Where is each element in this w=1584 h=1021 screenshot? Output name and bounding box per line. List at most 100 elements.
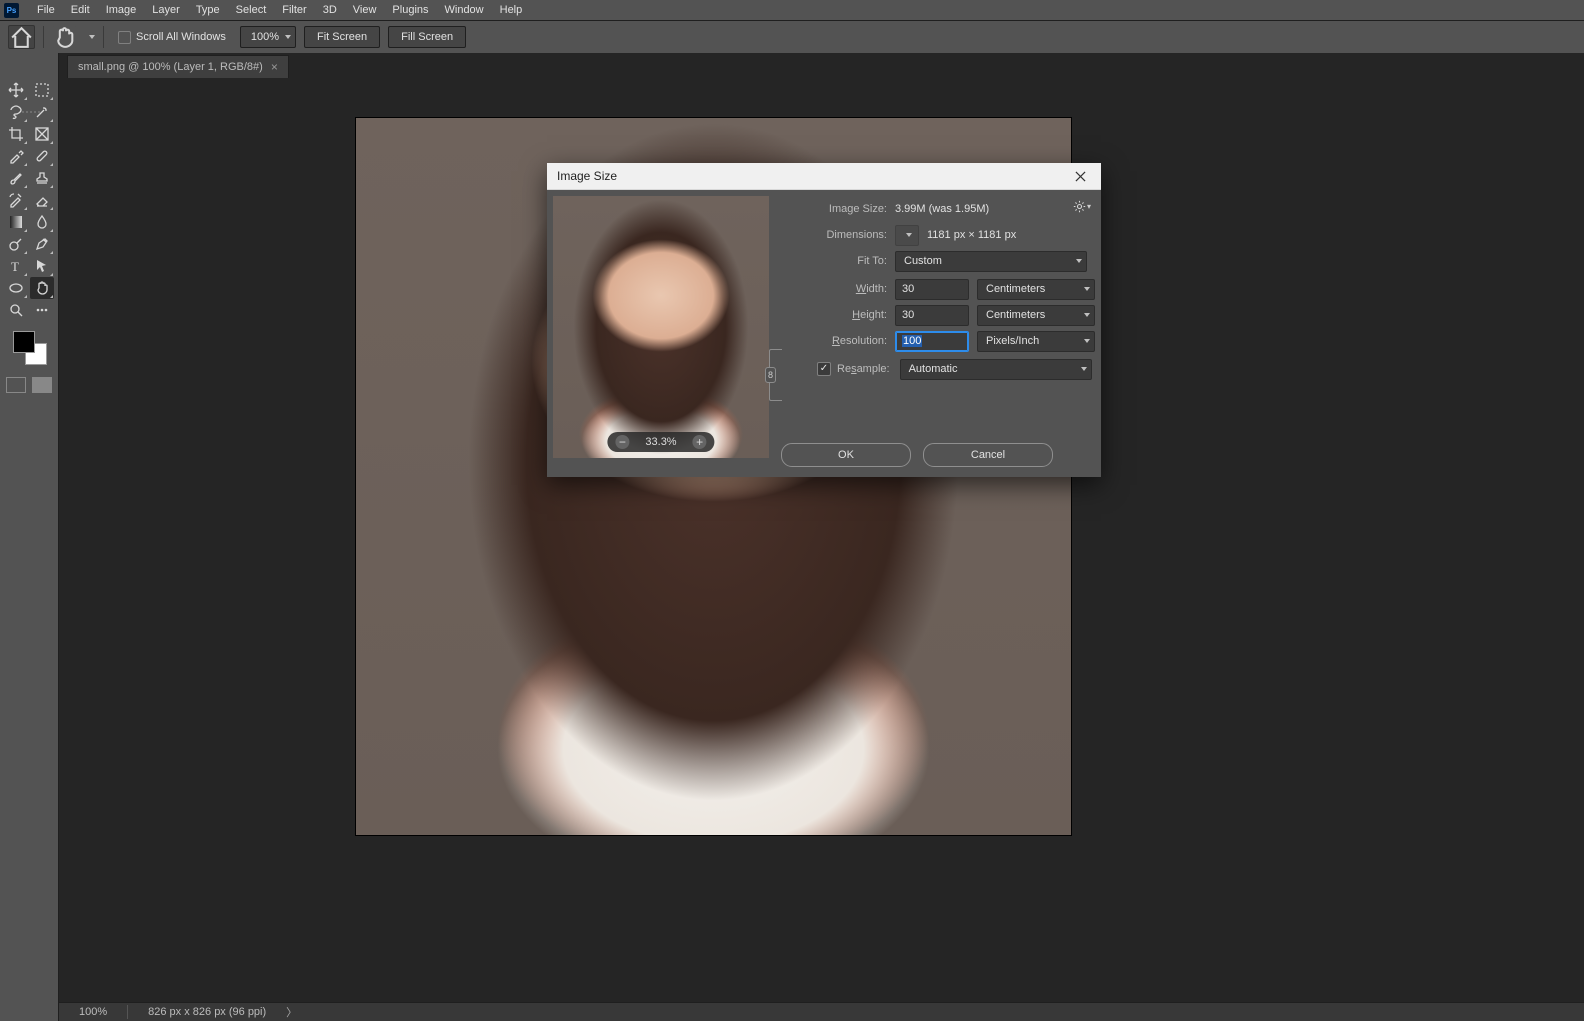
quick-select-tool[interactable] (30, 101, 54, 123)
dimensions-label: Dimensions: (781, 229, 895, 241)
status-chevron[interactable]: 〉 (286, 1004, 297, 1020)
menu-bar: Ps File Edit Image Layer Type Select Fil… (0, 0, 1584, 21)
preview-zoom-in[interactable]: + (693, 435, 707, 449)
menu-view[interactable]: View (345, 0, 385, 20)
cancel-button[interactable]: Cancel (923, 443, 1053, 467)
hand-tool-indicator[interactable] (52, 26, 77, 48)
close-icon (1075, 171, 1086, 182)
move-tool[interactable] (4, 79, 28, 101)
bandaid-icon (34, 148, 50, 164)
chevron-down-icon (1084, 287, 1090, 291)
dialog-preview-image (553, 196, 769, 458)
hand-tool[interactable] (30, 277, 54, 299)
lasso-icon (8, 104, 24, 120)
move-icon (8, 82, 24, 98)
chevron-down-icon (1076, 259, 1082, 263)
menu-select[interactable]: Select (228, 0, 275, 20)
menu-filter[interactable]: Filter (274, 0, 314, 20)
history-brush-icon (8, 192, 24, 208)
width-label: Width: (781, 283, 895, 295)
wand-icon (34, 104, 50, 120)
gradient-tool[interactable] (4, 211, 28, 233)
menu-image[interactable]: Image (98, 0, 145, 20)
menu-file[interactable]: File (29, 0, 63, 20)
constrain-proportions-link[interactable]: 8 (769, 349, 782, 401)
ok-button[interactable]: OK (781, 443, 911, 467)
path-select-tool[interactable] (30, 255, 54, 277)
height-label: Height: (781, 309, 895, 321)
menu-plugins[interactable]: Plugins (384, 0, 436, 20)
resolution-input[interactable]: 100 (895, 331, 969, 352)
fit-to-select[interactable]: Custom (895, 251, 1087, 272)
history-brush-tool[interactable] (4, 189, 28, 211)
fit-screen-button[interactable]: Fit Screen (304, 26, 380, 48)
width-input[interactable]: 30 (895, 279, 969, 300)
resample-select[interactable]: Automatic (900, 359, 1092, 380)
checkbox-icon (118, 31, 131, 44)
type-tool[interactable]: T (4, 255, 28, 277)
color-swatches[interactable] (9, 327, 49, 367)
resolution-label: Resolution: (781, 335, 895, 347)
eraser-tool[interactable] (30, 189, 54, 211)
zoom-tool[interactable] (4, 299, 28, 321)
dialog-preview[interactable]: − 33.3% + (553, 196, 769, 458)
dialog-close-button[interactable] (1061, 164, 1099, 188)
pen-tool[interactable] (30, 233, 54, 255)
menu-help[interactable]: Help (492, 0, 531, 20)
blur-tool[interactable] (30, 211, 54, 233)
screen-mode-row (6, 377, 52, 393)
menu-edit[interactable]: Edit (63, 0, 98, 20)
chevron-down-icon (1084, 339, 1090, 343)
eyedropper-tool[interactable] (4, 145, 28, 167)
crop-tool[interactable] (4, 123, 28, 145)
document-tab[interactable]: small.png @ 100% (Layer 1, RGB/8#) × (67, 55, 289, 78)
gradient-icon (8, 214, 24, 230)
quickmask-toggle[interactable] (6, 377, 26, 393)
menu-3d[interactable]: 3D (315, 0, 345, 20)
ps-logo: Ps (4, 3, 19, 18)
screen-mode-toggle[interactable] (32, 377, 52, 393)
link-icon: 8 (765, 367, 776, 383)
resolution-unit-select[interactable]: Pixels/Inch (977, 331, 1095, 352)
healing-tool[interactable] (30, 145, 54, 167)
chevron-down-icon[interactable] (89, 35, 95, 39)
menu-window[interactable]: Window (437, 0, 492, 20)
resample-checkbox[interactable] (817, 362, 831, 376)
frame-tool[interactable] (30, 123, 54, 145)
type-icon: T (8, 258, 24, 274)
menu-type[interactable]: Type (188, 0, 228, 20)
menu-layer[interactable]: Layer (144, 0, 188, 20)
dialog-titlebar[interactable]: Image Size (547, 163, 1101, 190)
image-size-label: Image Size: (781, 203, 895, 215)
height-input[interactable]: 30 (895, 305, 969, 326)
height-unit-select[interactable]: Centimeters (977, 305, 1095, 326)
lasso-tool[interactable] (4, 101, 28, 123)
close-tab-icon[interactable]: × (271, 56, 278, 78)
marquee-tool[interactable] (30, 79, 54, 101)
svg-text:T: T (11, 259, 19, 274)
status-doc-info[interactable]: 826 px x 826 px (96 ppi) (148, 1006, 266, 1018)
separator (103, 26, 104, 48)
dimensions-unit-dropdown[interactable] (895, 225, 919, 246)
dialog-settings-menu[interactable]: ▾ (1073, 200, 1091, 213)
width-unit-select[interactable]: Centimeters (977, 279, 1095, 300)
preview-zoom-out[interactable]: − (615, 435, 629, 449)
hand-icon (34, 280, 50, 296)
stamp-tool[interactable] (30, 167, 54, 189)
zoom-level-dropdown[interactable]: 100% (240, 26, 296, 48)
marquee-icon (34, 82, 50, 98)
foreground-color-swatch[interactable] (13, 331, 35, 353)
fill-screen-button[interactable]: Fill Screen (388, 26, 466, 48)
pen-icon (34, 236, 50, 252)
status-zoom[interactable]: 100% (79, 1006, 107, 1018)
crop-icon (8, 126, 24, 142)
dimensions-value: 1181 px × 1181 px (927, 229, 1016, 241)
dodge-tool[interactable] (4, 233, 28, 255)
chevron-down-icon (285, 35, 291, 39)
edit-toolbar[interactable] (30, 299, 54, 321)
scroll-all-windows-checkbox[interactable]: Scroll All Windows (112, 31, 232, 44)
shape-tool[interactable] (4, 277, 28, 299)
brush-tool[interactable] (4, 167, 28, 189)
document-tab-title: small.png @ 100% (Layer 1, RGB/8#) (78, 56, 263, 78)
home-button[interactable] (8, 25, 35, 49)
